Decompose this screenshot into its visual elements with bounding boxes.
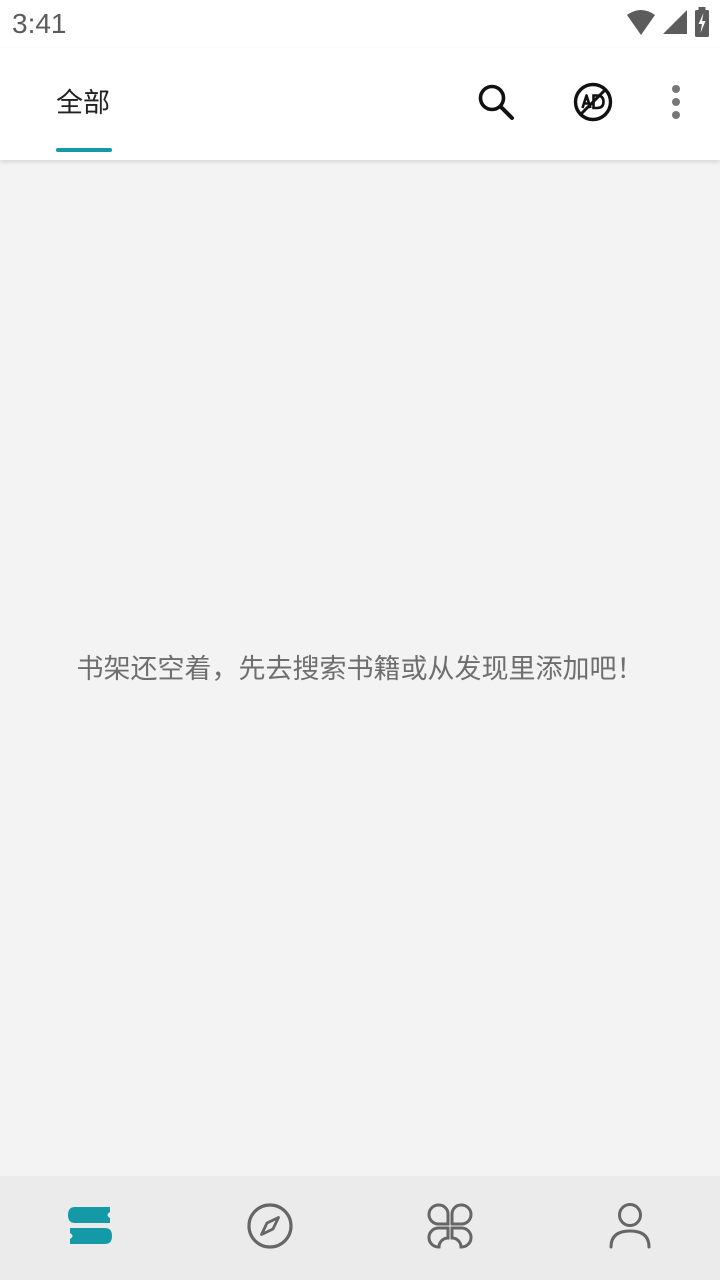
nav-item-discover[interactable] [180,1176,360,1280]
search-icon [476,82,516,126]
tab-indicator [56,148,112,152]
ad-block-button[interactable] [563,74,623,134]
more-options-button[interactable] [646,74,706,134]
empty-bookshelf-message: 书架还空着，先去搜索书籍或从发现里添加吧！ [76,654,644,685]
sources-icon [426,1202,474,1254]
signal-icon [662,9,688,39]
nav-item-sources[interactable] [360,1176,540,1280]
compass-icon [246,1202,294,1254]
ad-block-icon [572,81,614,127]
bottom-navigation [0,1176,720,1280]
bookshelf-icon [66,1204,114,1252]
more-vert-icon [670,84,682,124]
status-time: 3:41 [12,8,67,39]
status-icons [626,7,710,41]
status-bar: 3:41 [0,0,720,48]
profile-icon [608,1202,652,1254]
nav-item-profile[interactable] [540,1176,720,1280]
wifi-icon [626,9,656,39]
tab-all-label: 全部 [56,88,110,119]
battery-charging-icon [694,7,710,41]
search-button[interactable] [466,74,526,134]
nav-item-bookshelf[interactable] [0,1176,180,1280]
toolbar: 全部 [0,48,720,160]
bookshelf-content: 书架还空着，先去搜索书籍或从发现里添加吧！ [0,160,720,1176]
tab-all[interactable]: 全部 [56,78,112,152]
